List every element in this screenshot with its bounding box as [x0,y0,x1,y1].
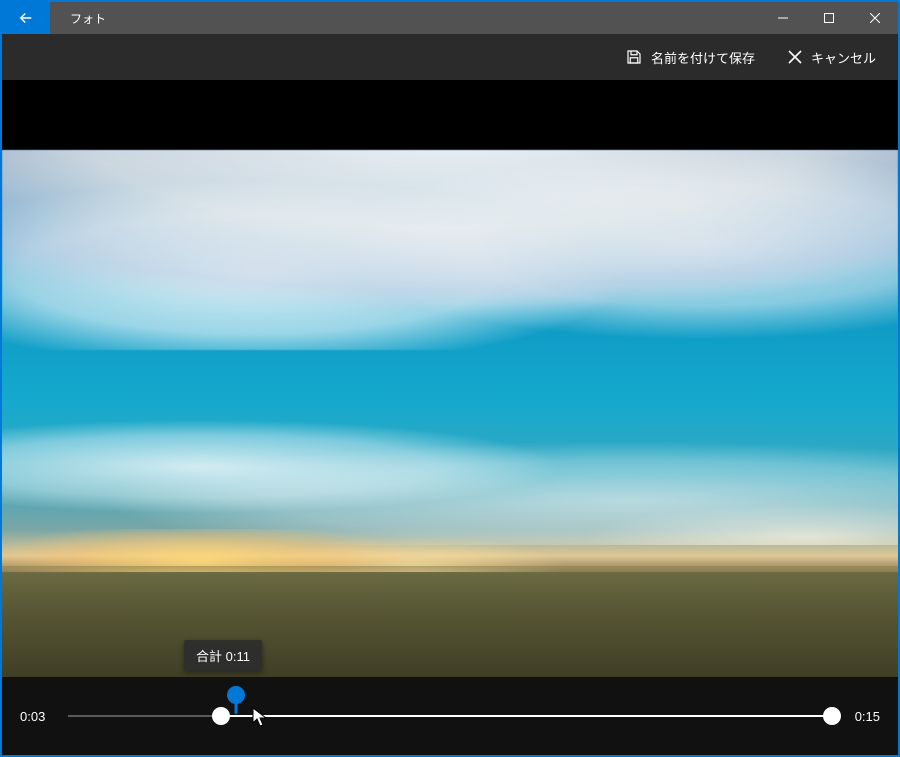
window-title: フォト [70,10,106,27]
cancel-icon [787,49,803,65]
save-as-label: 名前を付けて保存 [651,48,755,67]
title-bar: フォト [2,0,898,34]
save-as-button[interactable]: 名前を付けて保存 [615,42,765,73]
video-preview[interactable] [2,80,898,677]
trim-start-handle[interactable] [212,707,230,725]
trim-bar: 0:03 0:15 [2,677,898,755]
arrow-left-icon [17,9,35,27]
video-frame-image [2,150,898,677]
maximize-icon [824,13,834,23]
duration-tooltip: 合計 0:11 [184,640,262,671]
trim-slider[interactable] [68,701,832,731]
track-fill [221,715,832,717]
duration-tooltip-text: 合計 0:11 [196,649,250,664]
minimize-icon [778,13,788,23]
toolbar: 名前を付けて保存 キャンセル [2,34,898,80]
trim-end-handle[interactable] [823,707,841,725]
content-area: 合計 0:11 0:03 0:15 [2,80,898,755]
cancel-button[interactable]: キャンセル [777,42,886,73]
app-window: フォト 名前を付けて保存 キャンセル [2,0,898,755]
maximize-button[interactable] [806,2,852,34]
window-controls [760,2,898,34]
close-button[interactable] [852,2,898,34]
save-as-icon [625,48,643,66]
minimize-button[interactable] [760,2,806,34]
cancel-label: キャンセル [811,48,876,67]
trim-start-time: 0:03 [20,709,50,724]
playhead-handle[interactable] [227,686,245,704]
back-button[interactable] [2,2,50,34]
trim-end-time: 0:15 [850,709,880,724]
close-icon [870,13,880,23]
